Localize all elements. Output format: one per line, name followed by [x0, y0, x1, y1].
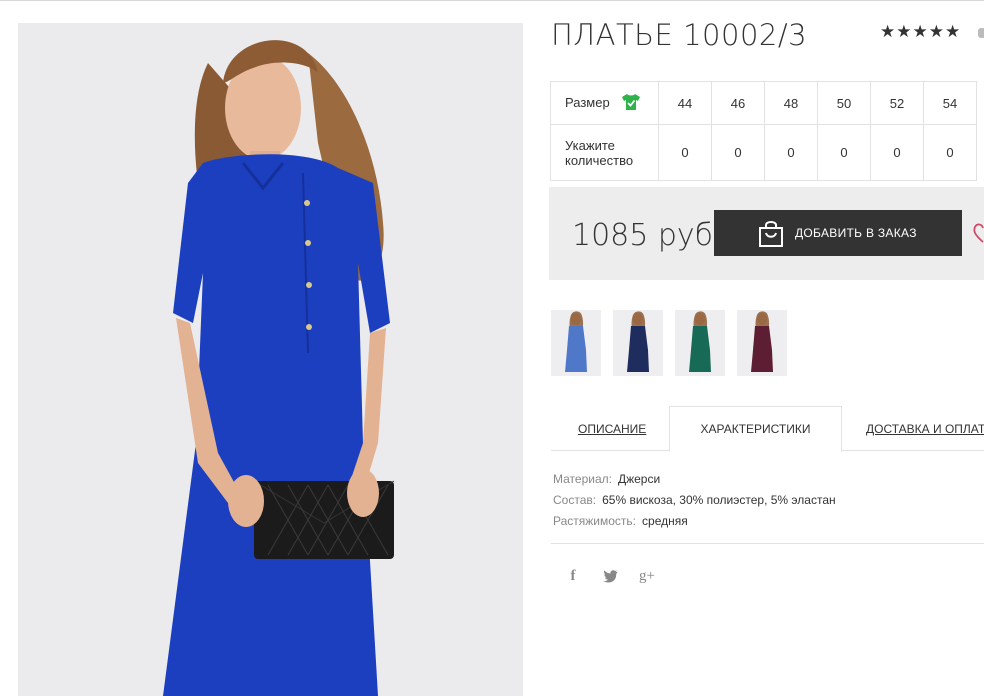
top-border	[0, 0, 984, 3]
color-thumbnail-burgundy[interactable]	[737, 310, 787, 376]
spec-row-material: Материал: Джерси	[553, 469, 836, 490]
size-48: 48	[764, 81, 818, 125]
color-thumbnail-navy[interactable]	[613, 310, 663, 376]
spec-row-composition: Состав: 65% вискоза, 30% полиэстер, 5% эл…	[553, 490, 836, 511]
spec-key: Растяжимость:	[553, 514, 637, 528]
quantity-input-44[interactable]: 0	[658, 124, 712, 181]
size-52: 52	[870, 81, 924, 125]
quantity-label: Укажите количество	[550, 124, 659, 181]
size-label-cell: Размер	[550, 81, 659, 125]
twitter-bird-icon	[602, 569, 617, 582]
size-44: 44	[658, 81, 712, 125]
thumb-figure-green	[689, 311, 711, 372]
product-tabs: ОПИСАНИЕ ХАРАКТЕРИСТИКИ ДОСТАВКА И ОПЛАТ…	[551, 406, 984, 452]
size-label: Размер	[565, 94, 610, 110]
color-thumbnail-blue[interactable]	[551, 310, 601, 376]
tab-description[interactable]: ОПИСАНИЕ	[578, 406, 646, 451]
spec-value: 65% вискоза, 30% полиэстер, 5% эластан	[602, 493, 836, 507]
tab-characteristics[interactable]: ХАРАКТЕРИСТИКИ	[669, 406, 842, 452]
rating-stars[interactable]: ★★★★★	[880, 22, 961, 42]
favorite-heart-icon[interactable]	[973, 221, 984, 250]
thumb-figure-burgundy	[751, 311, 773, 372]
thumb-figure-blue	[565, 311, 587, 372]
color-thumbnail-green[interactable]	[675, 310, 725, 376]
size-row: Размер 44 46 48 50 52 54	[550, 81, 977, 125]
add-to-order-button[interactable]: ДОБАВИТЬ В ЗАКАЗ	[714, 210, 962, 256]
characteristics-list: Материал: Джерси Состав: 65% вискоза, 30% …	[553, 469, 836, 532]
quantity-input-52[interactable]: 0	[870, 124, 924, 181]
quantity-input-54[interactable]: 0	[923, 124, 977, 181]
spec-value: средняя	[642, 514, 688, 528]
quantity-input-50[interactable]: 0	[817, 124, 871, 181]
model-in-dress-illustration	[18, 23, 523, 696]
rating-extra-icon	[978, 28, 984, 38]
size-quantity-table: Размер 44 46 48 50 52 54 Укажите количес…	[550, 81, 977, 181]
spec-value: Джерси	[617, 472, 661, 486]
spec-key: Состав:	[553, 493, 597, 507]
quantity-row: Укажите количество 0 0 0 0 0 0	[550, 124, 977, 181]
product-main-image[interactable]	[18, 23, 523, 696]
size-54: 54	[923, 81, 977, 125]
quantity-input-48[interactable]: 0	[764, 124, 818, 181]
twitter-share-icon[interactable]	[600, 566, 620, 586]
quantity-input-46[interactable]: 0	[711, 124, 765, 181]
thumb-figure-navy	[627, 311, 649, 372]
add-to-order-label: ДОБАВИТЬ В ЗАКАЗ	[795, 226, 917, 240]
tab-delivery[interactable]: ДОСТАВКА И ОПЛАТА	[866, 406, 984, 451]
shopping-bag-icon	[758, 219, 784, 250]
price-panel: 1085 руб ДОБАВИТЬ В ЗАКАЗ	[549, 187, 984, 280]
spec-key: Материал:	[553, 472, 612, 486]
facebook-share-icon[interactable]: f	[563, 566, 583, 586]
size-46: 46	[711, 81, 765, 125]
product-title: ПЛАТЬЕ 10002/3	[551, 18, 808, 52]
size-50: 50	[817, 81, 871, 125]
google-plus-share-icon[interactable]: g+	[637, 566, 657, 586]
product-price: 1085 руб	[572, 218, 714, 253]
spec-row-stretch: Растяжимость: средняя	[553, 511, 836, 532]
size-chart-tshirt-icon[interactable]	[621, 93, 641, 114]
specs-divider	[551, 543, 984, 544]
